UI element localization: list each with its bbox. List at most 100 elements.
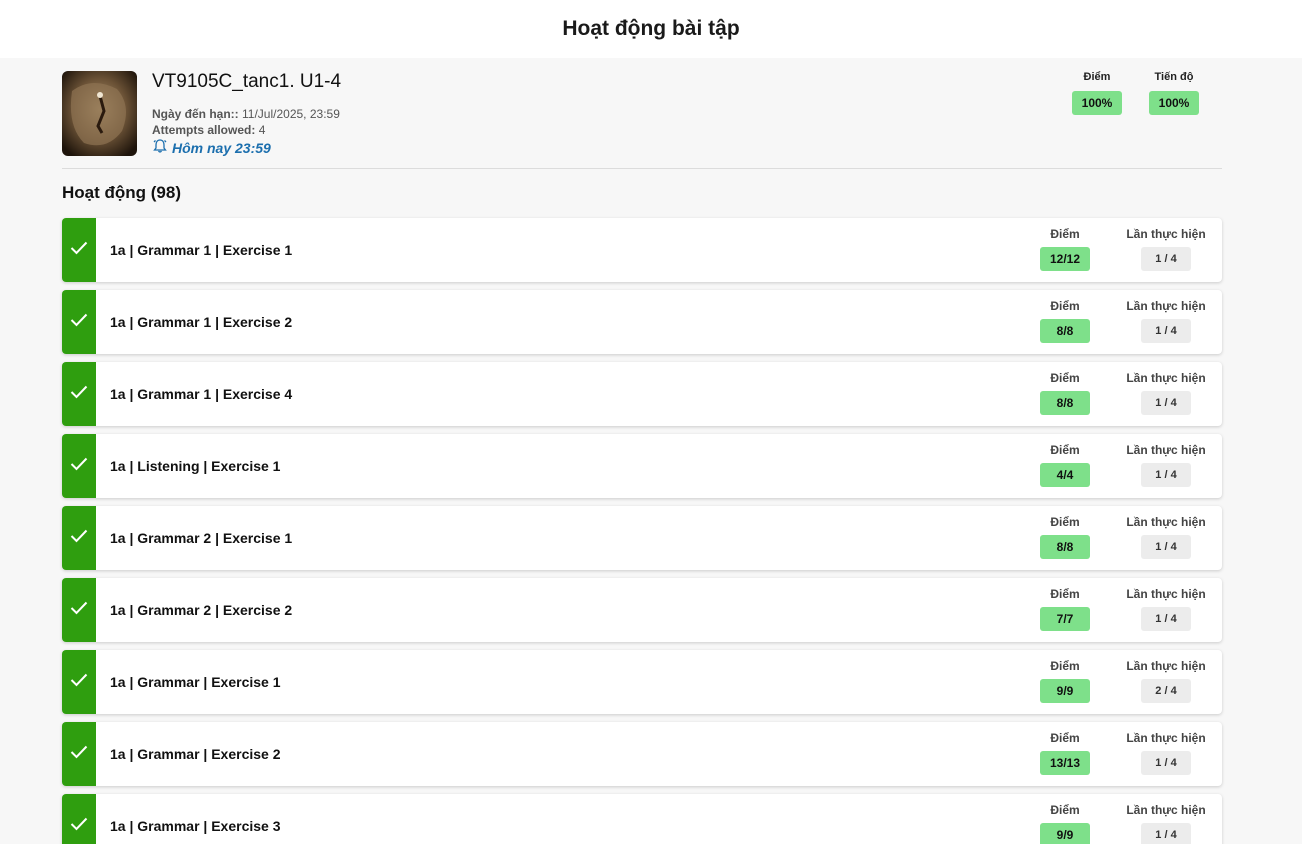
activity-name[interactable]: 1a | Grammar 1 | Exercise 4 <box>110 362 292 426</box>
attempts-value: 1 / 4 <box>1141 823 1191 844</box>
activity-attempts: Lần thực hiện 1 / 4 <box>1121 371 1211 415</box>
attempts-value: 1 / 4 <box>1141 391 1191 415</box>
activity-name[interactable]: 1a | Listening | Exercise 1 <box>110 434 280 498</box>
assignment-name: VT9105C_tanc1. U1-4 <box>152 71 342 92</box>
score-label: Điểm <box>1050 587 1080 601</box>
overall-progress-label: Tiến độ <box>1154 71 1194 83</box>
activity-name[interactable]: 1a | Grammar 2 | Exercise 2 <box>110 578 292 642</box>
overall-score-value: 100% <box>1072 91 1122 115</box>
completed-indicator <box>62 722 96 786</box>
checkmark-icon <box>70 385 88 404</box>
attempts-label: Lần thực hiện <box>1126 371 1206 385</box>
overall-score: Điểm 100% <box>1067 71 1127 115</box>
main-content: VT9105C_tanc1. U1-4 Ngày đến hạn:: 11/Ju… <box>0 58 1302 844</box>
activity-score: Điểm 9/9 <box>1020 659 1110 703</box>
score-value: 9/9 <box>1040 823 1090 844</box>
attempts-label: Lần thực hiện <box>1126 659 1206 673</box>
score-label: Điểm <box>1050 659 1080 673</box>
activity-card[interactable]: 1a | Grammar | Exercise 3 Điểm 9/9 Lần thực… <box>62 794 1222 844</box>
completed-indicator <box>62 794 96 844</box>
attempts-label: Lần thực hiện <box>1126 299 1206 313</box>
bell-icon <box>152 138 168 157</box>
activity-name[interactable]: 1a | Grammar | Exercise 1 <box>110 650 281 714</box>
attempts-allowed: Attempts allowed: 4 <box>152 123 265 137</box>
activities-heading: Hoạt động (98) <box>62 183 181 202</box>
completed-indicator <box>62 218 96 282</box>
assignment-thumbnail <box>62 71 137 156</box>
checkmark-icon <box>70 673 88 692</box>
attempts-value: 1 / 4 <box>1141 535 1191 559</box>
activity-score: Điểm 4/4 <box>1020 443 1110 487</box>
activity-attempts: Lần thực hiện 1 / 4 <box>1121 443 1211 487</box>
activity-card[interactable]: 1a | Listening | Exercise 1 Điểm 4/4 Lần th… <box>62 434 1222 498</box>
attempts-value: 1 / 4 <box>1141 247 1191 271</box>
checkmark-icon <box>70 817 88 836</box>
completed-indicator <box>62 290 96 354</box>
activity-attempts: Lần thực hiện 1 / 4 <box>1121 731 1211 775</box>
activity-attempts: Lần thực hiện 1 / 4 <box>1121 227 1211 271</box>
score-label: Điểm <box>1050 731 1080 745</box>
attempts-label: Lần thực hiện <box>1126 731 1206 745</box>
overall-score-label: Điểm <box>1083 71 1111 83</box>
score-label: Điểm <box>1050 443 1080 457</box>
attempts-label: Lần thực hiện <box>1126 443 1206 457</box>
activity-score: Điểm 12/12 <box>1020 227 1110 271</box>
due-value: 11/Jul/2025, 23:59 <box>242 107 340 121</box>
activity-attempts: Lần thực hiện 1 / 4 <box>1121 803 1211 844</box>
activity-score: Điểm 8/8 <box>1020 299 1110 343</box>
activity-card[interactable]: 1a | Grammar 2 | Exercise 1 Điểm 8/8 Lần th… <box>62 506 1222 570</box>
top-bar: Hoạt động bài tập <box>0 0 1302 58</box>
overall-progress-value: 100% <box>1149 91 1199 115</box>
completed-indicator <box>62 362 96 426</box>
page-title: Hoạt động bài tập <box>562 17 740 40</box>
activity-card[interactable]: 1a | Grammar 2 | Exercise 2 Điểm 7/7 Lần th… <box>62 578 1222 642</box>
checkmark-icon <box>70 241 88 260</box>
attempts-label: Lần thực hiện <box>1126 227 1206 241</box>
attempts-label: Lần thực hiện <box>1126 803 1206 817</box>
attempts-value: 1 / 4 <box>1141 751 1191 775</box>
attempts-label: Lần thực hiện <box>1126 515 1206 529</box>
attempts-label: Lần thực hiện <box>1126 587 1206 601</box>
score-label: Điểm <box>1050 227 1080 241</box>
activity-score: Điểm 8/8 <box>1020 371 1110 415</box>
activity-name[interactable]: 1a | Grammar | Exercise 2 <box>110 722 281 786</box>
attempts-value: 4 <box>258 123 266 137</box>
activity-card[interactable]: 1a | Grammar | Exercise 2 Điểm 13/13 Lần th… <box>62 722 1222 786</box>
attempts-value: 1 / 4 <box>1141 607 1191 631</box>
activity-name[interactable]: 1a | Grammar 2 | Exercise 1 <box>110 506 292 570</box>
activity-attempts: Lần thực hiện 1 / 4 <box>1121 587 1211 631</box>
activity-card[interactable]: 1a | Grammar 1 | Exercise 1 Điểm 12/12 Lần … <box>62 218 1222 282</box>
activity-score: Điểm 13/13 <box>1020 731 1110 775</box>
due-label: Ngày đến hạn:: <box>152 107 239 121</box>
attempts-label: Attempts allowed: <box>152 123 256 137</box>
activity-attempts: Lần thực hiện 1 / 4 <box>1121 299 1211 343</box>
score-label: Điểm <box>1050 371 1080 385</box>
activity-card[interactable]: 1a | Grammar | Exercise 1 Điểm 9/9 Lần thực… <box>62 650 1222 714</box>
score-value: 8/8 <box>1040 319 1090 343</box>
checkmark-icon <box>70 601 88 620</box>
checkmark-icon <box>70 457 88 476</box>
activity-card[interactable]: 1a | Grammar 1 | Exercise 4 Điểm 8/8 Lần th… <box>62 362 1222 426</box>
completed-indicator <box>62 650 96 714</box>
activity-attempts: Lần thực hiện 1 / 4 <box>1121 515 1211 559</box>
score-label: Điểm <box>1050 299 1080 313</box>
completed-indicator <box>62 578 96 642</box>
activity-name[interactable]: 1a | Grammar 1 | Exercise 2 <box>110 290 292 354</box>
activity-name[interactable]: 1a | Grammar | Exercise 3 <box>110 794 281 844</box>
assignment-header: VT9105C_tanc1. U1-4 Ngày đến hạn:: 11/Ju… <box>62 71 1222 169</box>
activity-score: Điểm 7/7 <box>1020 587 1110 631</box>
attempts-value: 2 / 4 <box>1141 679 1191 703</box>
checkmark-icon <box>70 313 88 332</box>
reminder: Hôm nay 23:59 <box>152 138 271 157</box>
completed-indicator <box>62 506 96 570</box>
activity-attempts: Lần thực hiện 2 / 4 <box>1121 659 1211 703</box>
score-value: 4/4 <box>1040 463 1090 487</box>
score-label: Điểm <box>1050 515 1080 529</box>
activity-name[interactable]: 1a | Grammar 1 | Exercise 1 <box>110 218 292 282</box>
checkmark-icon <box>70 529 88 548</box>
activity-score: Điểm 9/9 <box>1020 803 1110 844</box>
activity-card[interactable]: 1a | Grammar 1 | Exercise 2 Điểm 8/8 Lần th… <box>62 290 1222 354</box>
attempts-value: 1 / 4 <box>1141 319 1191 343</box>
score-label: Điểm <box>1050 803 1080 817</box>
attempts-value: 1 / 4 <box>1141 463 1191 487</box>
